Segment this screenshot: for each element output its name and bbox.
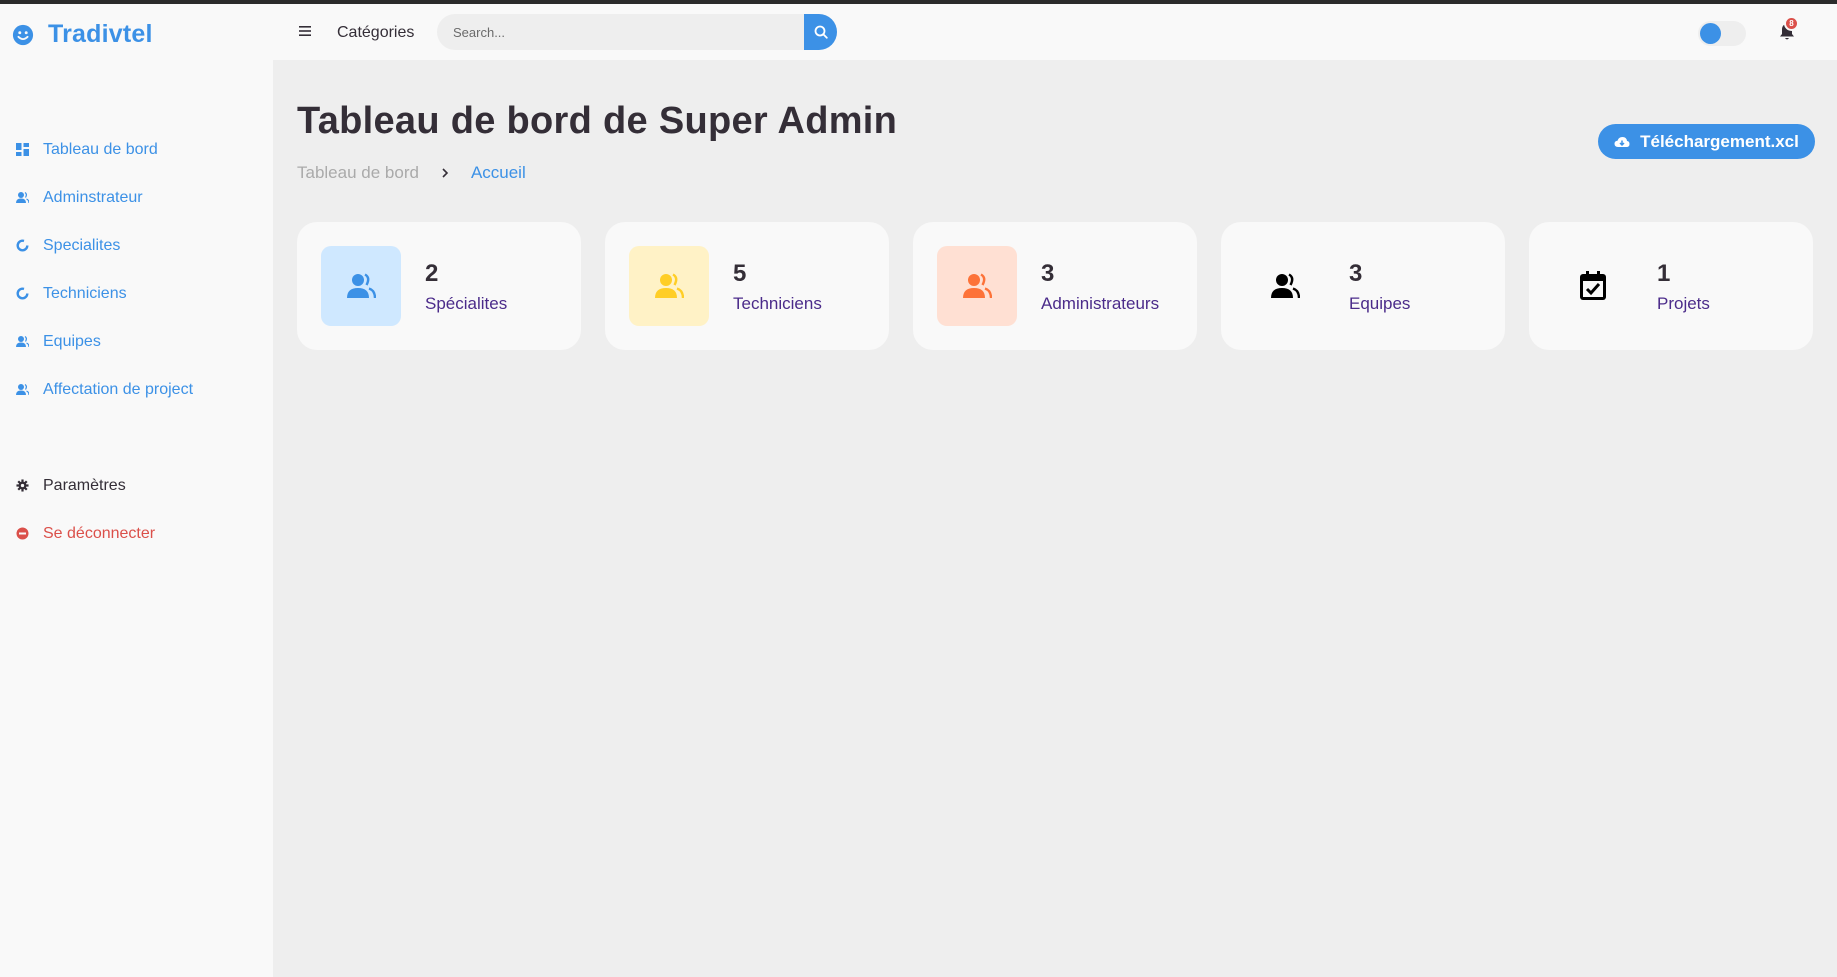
sidebar-item-affectation[interactable]: Affectation de project <box>0 366 273 414</box>
card-label: Spécialites <box>425 294 508 313</box>
users-icon <box>1271 273 1300 299</box>
sidebar-item-logout[interactable]: Se déconnecter <box>0 510 273 558</box>
sidebar-item-label: Tableau de bord <box>43 141 158 158</box>
stat-card-equipes[interactable]: 3 Equipes <box>1221 222 1505 350</box>
stat-card-projets[interactable]: 1 Projets <box>1529 222 1813 350</box>
card-value: 2 <box>425 260 439 287</box>
notification-badge: 8 <box>1784 16 1799 31</box>
breadcrumb-item[interactable]: Tableau de bord <box>297 163 419 183</box>
sidebar-item-label: Affectation de project <box>43 381 194 398</box>
card-icon-box <box>937 246 1017 326</box>
sidebar-item-label: Se déconnecter <box>43 525 156 542</box>
sidebar-item-specialites[interactable]: Specialites <box>0 222 273 270</box>
sidebar-item-label: Specialites <box>43 237 121 254</box>
nav-pill <box>2 274 268 314</box>
main-content <box>273 60 1837 977</box>
download-button-label: Téléchargement.xcl <box>1640 131 1799 151</box>
brand[interactable]: Tradivtel <box>12 20 153 49</box>
users-icon <box>655 273 684 299</box>
smile-icon <box>12 24 34 45</box>
card-icon-box <box>1553 246 1633 326</box>
download-button[interactable]: Téléchargement.xcl <box>1598 124 1815 159</box>
users-icon <box>963 273 992 299</box>
sidebar-item-label: Techniciens <box>43 285 127 302</box>
card-label: Projets <box>1657 294 1710 313</box>
users-icon <box>16 191 29 204</box>
users-icon <box>16 335 29 348</box>
stats-cards: 2 Spécialites 5 Techniciens 3 Administra… <box>297 222 1813 350</box>
stat-card-techniciens[interactable]: 5 Techniciens <box>605 222 889 350</box>
sidebar-item-equipes[interactable]: Equipes <box>0 318 273 366</box>
sidebar-item-techniciens[interactable]: Techniciens <box>0 270 273 318</box>
card-label: Techniciens <box>733 294 822 313</box>
breadcrumb: Tableau de bord Accueil <box>297 163 526 183</box>
search-button[interactable] <box>804 14 837 50</box>
calendar-check-icon <box>1580 271 1606 300</box>
users-icon <box>16 383 29 396</box>
card-label: Equipes <box>1349 294 1411 313</box>
sidebar-item-adminstrateur[interactable]: Adminstrateur <box>0 174 273 222</box>
card-value: 1 <box>1657 260 1671 287</box>
donut-icon <box>16 287 29 300</box>
menu-icon[interactable] <box>299 25 311 37</box>
sidebar-item-label: Paramètres <box>43 477 126 494</box>
search-icon <box>814 25 828 39</box>
card-icon-box <box>321 246 401 326</box>
card-value: 3 <box>1349 260 1363 287</box>
search-form <box>437 14 837 50</box>
nav-pill <box>2 466 268 506</box>
toggle-knob <box>1700 23 1721 44</box>
chevron-right-icon <box>442 168 449 178</box>
stat-card-specialites[interactable]: 2 Spécialites <box>297 222 581 350</box>
sidebar-item-label: Equipes <box>43 333 101 350</box>
donut-icon <box>16 239 29 252</box>
users-icon <box>347 273 376 299</box>
nav-pill <box>2 322 268 362</box>
theme-toggle[interactable] <box>1698 21 1746 46</box>
categories-link[interactable]: Catégories <box>337 24 414 42</box>
card-icon-box <box>1245 246 1325 326</box>
sidebar-item-label: Adminstrateur <box>43 189 143 206</box>
page-title: Tableau de bord de Super Admin <box>297 100 898 142</box>
card-value: 5 <box>733 260 747 287</box>
sidebar-item-dashboard[interactable]: Tableau de bord <box>0 126 273 174</box>
card-value: 3 <box>1041 260 1055 287</box>
gear-icon <box>16 479 29 492</box>
cloud-download-icon <box>1614 136 1630 147</box>
stat-card-administrateurs[interactable]: 3 Administrateurs <box>913 222 1197 350</box>
nav-pill <box>2 226 268 266</box>
breadcrumb-item-active[interactable]: Accueil <box>471 163 526 183</box>
card-label: Administrateurs <box>1041 294 1160 313</box>
top-navbar: Catégories 8 <box>273 4 1837 60</box>
brand-name: Tradivtel <box>48 20 153 48</box>
sidebar-item-parametres[interactable]: Paramètres <box>0 462 273 510</box>
sidebar-menu: Tableau de bord Adminstrateur Specialite… <box>0 126 273 558</box>
dashboard-icon <box>16 143 29 156</box>
card-icon-box <box>629 246 709 326</box>
logout-icon <box>16 527 29 540</box>
search-input[interactable] <box>437 14 791 50</box>
